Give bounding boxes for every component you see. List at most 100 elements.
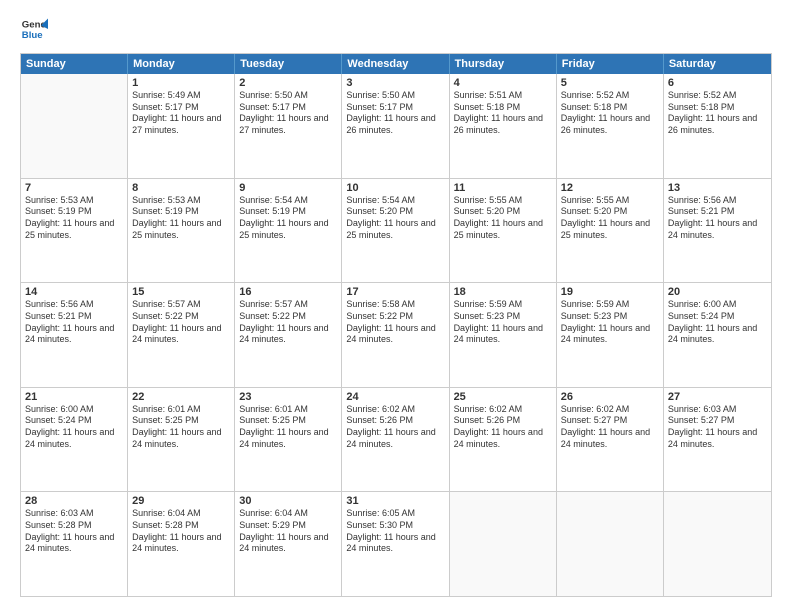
logo: General Blue (20, 15, 32, 43)
sun-info: Sunrise: 5:52 AM Sunset: 5:18 PM Dayligh… (561, 90, 659, 137)
cal-cell-6: 6Sunrise: 5:52 AM Sunset: 5:18 PM Daylig… (664, 74, 771, 178)
cal-cell-9: 9Sunrise: 5:54 AM Sunset: 5:19 PM Daylig… (235, 179, 342, 283)
sun-info: Sunrise: 6:04 AM Sunset: 5:29 PM Dayligh… (239, 508, 337, 555)
header: General Blue (20, 15, 772, 43)
week-row-4: 28Sunrise: 6:03 AM Sunset: 5:28 PM Dayli… (21, 491, 771, 596)
sun-info: Sunrise: 5:49 AM Sunset: 5:17 PM Dayligh… (132, 90, 230, 137)
day-number: 14 (25, 286, 123, 298)
day-header-tuesday: Tuesday (235, 54, 342, 74)
cal-cell-23: 23Sunrise: 6:01 AM Sunset: 5:25 PM Dayli… (235, 388, 342, 492)
cal-cell-21: 21Sunrise: 6:00 AM Sunset: 5:24 PM Dayli… (21, 388, 128, 492)
day-number: 6 (668, 77, 767, 89)
sun-info: Sunrise: 5:53 AM Sunset: 5:19 PM Dayligh… (25, 195, 123, 242)
day-number: 21 (25, 391, 123, 403)
cal-cell-31: 31Sunrise: 6:05 AM Sunset: 5:30 PM Dayli… (342, 492, 449, 596)
cal-cell-25: 25Sunrise: 6:02 AM Sunset: 5:26 PM Dayli… (450, 388, 557, 492)
sun-info: Sunrise: 5:58 AM Sunset: 5:22 PM Dayligh… (346, 299, 444, 346)
sun-info: Sunrise: 5:57 AM Sunset: 5:22 PM Dayligh… (239, 299, 337, 346)
cal-cell-5: 5Sunrise: 5:52 AM Sunset: 5:18 PM Daylig… (557, 74, 664, 178)
sun-info: Sunrise: 5:50 AM Sunset: 5:17 PM Dayligh… (239, 90, 337, 137)
sun-info: Sunrise: 5:56 AM Sunset: 5:21 PM Dayligh… (25, 299, 123, 346)
cal-cell-2: 2Sunrise: 5:50 AM Sunset: 5:17 PM Daylig… (235, 74, 342, 178)
cal-cell-24: 24Sunrise: 6:02 AM Sunset: 5:26 PM Dayli… (342, 388, 449, 492)
cal-cell-19: 19Sunrise: 5:59 AM Sunset: 5:23 PM Dayli… (557, 283, 664, 387)
week-row-3: 21Sunrise: 6:00 AM Sunset: 5:24 PM Dayli… (21, 387, 771, 492)
calendar-header: SundayMondayTuesdayWednesdayThursdayFrid… (21, 54, 771, 74)
day-number: 30 (239, 495, 337, 507)
cal-cell-26: 26Sunrise: 6:02 AM Sunset: 5:27 PM Dayli… (557, 388, 664, 492)
sun-info: Sunrise: 5:55 AM Sunset: 5:20 PM Dayligh… (454, 195, 552, 242)
cal-cell-29: 29Sunrise: 6:04 AM Sunset: 5:28 PM Dayli… (128, 492, 235, 596)
sun-info: Sunrise: 5:54 AM Sunset: 5:19 PM Dayligh… (239, 195, 337, 242)
cal-cell-7: 7Sunrise: 5:53 AM Sunset: 5:19 PM Daylig… (21, 179, 128, 283)
sun-info: Sunrise: 6:04 AM Sunset: 5:28 PM Dayligh… (132, 508, 230, 555)
week-row-1: 7Sunrise: 5:53 AM Sunset: 5:19 PM Daylig… (21, 178, 771, 283)
day-number: 3 (346, 77, 444, 89)
sun-info: Sunrise: 6:00 AM Sunset: 5:24 PM Dayligh… (668, 299, 767, 346)
cal-cell-empty-6 (664, 492, 771, 596)
cal-cell-11: 11Sunrise: 5:55 AM Sunset: 5:20 PM Dayli… (450, 179, 557, 283)
day-header-monday: Monday (128, 54, 235, 74)
day-number: 16 (239, 286, 337, 298)
day-number: 11 (454, 182, 552, 194)
day-number: 19 (561, 286, 659, 298)
week-row-2: 14Sunrise: 5:56 AM Sunset: 5:21 PM Dayli… (21, 282, 771, 387)
sun-info: Sunrise: 5:56 AM Sunset: 5:21 PM Dayligh… (668, 195, 767, 242)
week-row-0: 1Sunrise: 5:49 AM Sunset: 5:17 PM Daylig… (21, 74, 771, 178)
day-number: 25 (454, 391, 552, 403)
cal-cell-4: 4Sunrise: 5:51 AM Sunset: 5:18 PM Daylig… (450, 74, 557, 178)
cal-cell-18: 18Sunrise: 5:59 AM Sunset: 5:23 PM Dayli… (450, 283, 557, 387)
day-header-wednesday: Wednesday (342, 54, 449, 74)
sun-info: Sunrise: 6:02 AM Sunset: 5:27 PM Dayligh… (561, 404, 659, 451)
cal-cell-3: 3Sunrise: 5:50 AM Sunset: 5:17 PM Daylig… (342, 74, 449, 178)
sun-info: Sunrise: 5:55 AM Sunset: 5:20 PM Dayligh… (561, 195, 659, 242)
day-header-sunday: Sunday (21, 54, 128, 74)
sun-info: Sunrise: 5:59 AM Sunset: 5:23 PM Dayligh… (561, 299, 659, 346)
day-number: 4 (454, 77, 552, 89)
day-number: 31 (346, 495, 444, 507)
cal-cell-empty-0 (21, 74, 128, 178)
cal-cell-12: 12Sunrise: 5:55 AM Sunset: 5:20 PM Dayli… (557, 179, 664, 283)
sun-info: Sunrise: 5:57 AM Sunset: 5:22 PM Dayligh… (132, 299, 230, 346)
day-number: 13 (668, 182, 767, 194)
sun-info: Sunrise: 5:59 AM Sunset: 5:23 PM Dayligh… (454, 299, 552, 346)
day-number: 2 (239, 77, 337, 89)
sun-info: Sunrise: 6:05 AM Sunset: 5:30 PM Dayligh… (346, 508, 444, 555)
sun-info: Sunrise: 5:52 AM Sunset: 5:18 PM Dayligh… (668, 90, 767, 137)
day-number: 7 (25, 182, 123, 194)
day-header-friday: Friday (557, 54, 664, 74)
day-number: 10 (346, 182, 444, 194)
sun-info: Sunrise: 5:51 AM Sunset: 5:18 PM Dayligh… (454, 90, 552, 137)
svg-text:Blue: Blue (22, 30, 43, 41)
sun-info: Sunrise: 6:02 AM Sunset: 5:26 PM Dayligh… (454, 404, 552, 451)
day-number: 27 (668, 391, 767, 403)
cal-cell-1: 1Sunrise: 5:49 AM Sunset: 5:17 PM Daylig… (128, 74, 235, 178)
sun-info: Sunrise: 6:00 AM Sunset: 5:24 PM Dayligh… (25, 404, 123, 451)
cal-cell-empty-4 (450, 492, 557, 596)
cal-cell-10: 10Sunrise: 5:54 AM Sunset: 5:20 PM Dayli… (342, 179, 449, 283)
sun-info: Sunrise: 6:01 AM Sunset: 5:25 PM Dayligh… (239, 404, 337, 451)
cal-cell-14: 14Sunrise: 5:56 AM Sunset: 5:21 PM Dayli… (21, 283, 128, 387)
day-header-saturday: Saturday (664, 54, 771, 74)
cal-cell-13: 13Sunrise: 5:56 AM Sunset: 5:21 PM Dayli… (664, 179, 771, 283)
page: General Blue SundayMondayTuesdayWednesda… (0, 0, 792, 612)
day-number: 20 (668, 286, 767, 298)
cal-cell-20: 20Sunrise: 6:00 AM Sunset: 5:24 PM Dayli… (664, 283, 771, 387)
sun-info: Sunrise: 5:50 AM Sunset: 5:17 PM Dayligh… (346, 90, 444, 137)
day-header-thursday: Thursday (450, 54, 557, 74)
day-number: 17 (346, 286, 444, 298)
cal-cell-17: 17Sunrise: 5:58 AM Sunset: 5:22 PM Dayli… (342, 283, 449, 387)
day-number: 15 (132, 286, 230, 298)
day-number: 24 (346, 391, 444, 403)
sun-info: Sunrise: 6:02 AM Sunset: 5:26 PM Dayligh… (346, 404, 444, 451)
sun-info: Sunrise: 6:03 AM Sunset: 5:28 PM Dayligh… (25, 508, 123, 555)
day-number: 29 (132, 495, 230, 507)
cal-cell-empty-5 (557, 492, 664, 596)
cal-cell-28: 28Sunrise: 6:03 AM Sunset: 5:28 PM Dayli… (21, 492, 128, 596)
calendar-body: 1Sunrise: 5:49 AM Sunset: 5:17 PM Daylig… (21, 74, 771, 596)
sun-info: Sunrise: 6:03 AM Sunset: 5:27 PM Dayligh… (668, 404, 767, 451)
cal-cell-27: 27Sunrise: 6:03 AM Sunset: 5:27 PM Dayli… (664, 388, 771, 492)
day-number: 1 (132, 77, 230, 89)
cal-cell-16: 16Sunrise: 5:57 AM Sunset: 5:22 PM Dayli… (235, 283, 342, 387)
day-number: 5 (561, 77, 659, 89)
